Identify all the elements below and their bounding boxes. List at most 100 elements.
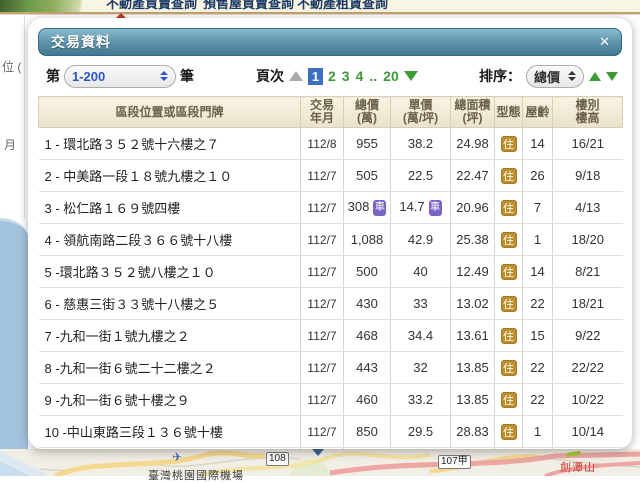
table-row[interactable]: 3 - 松仁路１６９號四樓112/7308車14.7車20.96住74/13 xyxy=(39,192,623,224)
tab-rent[interactable]: 不動產租賃查詢 xyxy=(297,0,388,12)
table-row-partial xyxy=(39,448,623,450)
type-badge: 住 xyxy=(501,264,517,280)
type-badge: 住 xyxy=(501,424,517,440)
type-badge: 住 xyxy=(501,168,517,184)
left-panel-text: 月 xyxy=(4,136,16,153)
address-cell: 7 -九和一街１號九樓之２ xyxy=(39,320,301,352)
address-cell: 4 - 領航南路二段３６６號十八樓 xyxy=(39,224,301,256)
type-cell: 住 xyxy=(495,256,523,288)
date-cell: 112/8 xyxy=(301,128,344,160)
empty-cell xyxy=(523,448,553,450)
type-badge: 住 xyxy=(501,232,517,248)
type-cell: 住 xyxy=(495,192,523,224)
pager-page-current[interactable]: 1 xyxy=(308,68,323,85)
pager-prev-icon[interactable] xyxy=(289,71,303,81)
total-price-cell: 505 xyxy=(344,160,391,192)
tab-sale[interactable]: 不動產買賣查詢 xyxy=(106,0,197,12)
table-body: 1 - 環北路３５２號十六樓之７112/895538.224.98住1416/2… xyxy=(39,128,623,450)
address-cell: 2 - 中美路一段１８號九樓之１０ xyxy=(39,160,301,192)
range-suffix-label: 筆 xyxy=(180,66,194,86)
sort-desc-icon[interactable] xyxy=(606,72,618,81)
table-row[interactable]: 8 -九和一街６號二十二樓之２112/74433213.85住2222/22 xyxy=(39,352,623,384)
floor-cell: 4/13 xyxy=(553,192,623,224)
type-badge: 住 xyxy=(501,392,517,408)
pager-page[interactable]: 20 xyxy=(383,68,399,84)
date-cell: 112/7 xyxy=(301,160,344,192)
road-shield: 107甲 xyxy=(438,455,471,469)
table-header-cell: 總價(萬) xyxy=(344,97,391,128)
sort-asc-icon[interactable] xyxy=(589,72,601,81)
date-cell: 112/7 xyxy=(301,256,344,288)
area-cell: 13.02 xyxy=(451,288,495,320)
total-price-cell: 1,088 xyxy=(344,224,391,256)
floor-cell: 22/22 xyxy=(553,352,623,384)
address-cell: 6 - 慈惠三街３３號十八樓之５ xyxy=(39,288,301,320)
sort-group: 排序： 總價 xyxy=(479,65,618,88)
pager-page[interactable]: .. xyxy=(369,68,377,84)
empty-cell xyxy=(39,448,301,450)
age-cell: 22 xyxy=(523,352,553,384)
table-row[interactable]: 9 -九和一街６號十樓之９112/746033.213.85住2210/22 xyxy=(39,384,623,416)
map-graphic xyxy=(0,449,640,476)
close-icon[interactable]: ✕ xyxy=(599,29,610,55)
empty-cell xyxy=(495,448,523,450)
sort-select[interactable]: 總價 xyxy=(526,65,584,88)
total-price-cell: 460 xyxy=(344,384,391,416)
divider xyxy=(0,14,640,15)
table-header-cell: 單價(萬/坪) xyxy=(391,97,451,128)
table-row[interactable]: 1 - 環北路３５２號十六樓之７112/895538.224.98住1416/2… xyxy=(39,128,623,160)
table-row[interactable]: 7 -九和一街１號九樓之２112/746834.413.61住159/22 xyxy=(39,320,623,352)
empty-cell xyxy=(344,448,391,450)
empty-cell xyxy=(553,448,623,450)
tab-presale[interactable]: 預售屋買賣查詢 xyxy=(203,0,294,12)
pager-next-icon[interactable] xyxy=(404,71,418,81)
record-range-select[interactable]: 1-200 xyxy=(64,65,176,88)
header-photo xyxy=(0,0,82,12)
pager-page[interactable]: 3 xyxy=(342,68,350,84)
floor-cell: 8/21 xyxy=(553,256,623,288)
age-cell: 22 xyxy=(523,288,553,320)
record-range-value: 1-200 xyxy=(72,69,105,84)
dialog-title: 交易資料 xyxy=(39,29,621,55)
age-cell: 15 xyxy=(523,320,553,352)
total-price-cell: 500 xyxy=(344,256,391,288)
sort-value: 總價 xyxy=(534,67,560,86)
area-cell: 13.85 xyxy=(451,352,495,384)
map-mountain-label: 劍潭山 xyxy=(560,459,596,475)
age-cell: 1 xyxy=(523,416,553,448)
table-header-cell: 型態 xyxy=(495,97,523,128)
age-cell: 1 xyxy=(523,224,553,256)
floor-cell: 18/21 xyxy=(553,288,623,320)
table-row[interactable]: 4 - 領航南路二段３６６號十八樓112/71,08842.925.38住118… xyxy=(39,224,623,256)
floor-cell: 10/22 xyxy=(553,384,623,416)
map-airport-label: 臺灣桃園國際機場 xyxy=(148,467,244,483)
select-spinner-icon xyxy=(568,71,576,81)
left-panel-text: 位 ( xyxy=(2,58,21,75)
type-cell: 住 xyxy=(495,416,523,448)
age-cell: 7 xyxy=(523,192,553,224)
unit-price-cell: 33 xyxy=(391,288,451,320)
age-cell: 14 xyxy=(523,128,553,160)
type-badge: 住 xyxy=(501,328,517,344)
table-header-cell: 總面積(坪) xyxy=(451,97,495,128)
floor-cell: 9/22 xyxy=(553,320,623,352)
table-header-cell: 樓別樓高 xyxy=(553,97,623,128)
unit-price-cell: 40 xyxy=(391,256,451,288)
total-price-cell: 308車 xyxy=(344,192,391,224)
table-row[interactable]: 10 -中山東路三段１３６號十樓112/785029.528.83住110/14 xyxy=(39,416,623,448)
type-badge: 住 xyxy=(501,200,517,216)
date-cell: 112/7 xyxy=(301,192,344,224)
pager-page[interactable]: 4 xyxy=(356,68,364,84)
area-cell: 28.83 xyxy=(451,416,495,448)
table-row[interactable]: 6 - 慈惠三街３３號十八樓之５112/74303313.02住2218/21 xyxy=(39,288,623,320)
type-badge: 住 xyxy=(501,136,517,152)
date-cell: 112/7 xyxy=(301,320,344,352)
airport-icon: ✈ xyxy=(172,450,182,464)
table-row[interactable]: 5 -環北路３５２號八樓之１０112/75004012.49住148/21 xyxy=(39,256,623,288)
table-row[interactable]: 2 - 中美路一段１８號九樓之１０112/750522.522.47住269/1… xyxy=(39,160,623,192)
pager-page[interactable]: 2 xyxy=(328,68,336,84)
date-cell: 112/7 xyxy=(301,224,344,256)
date-cell: 112/7 xyxy=(301,288,344,320)
unit-price-cell: 34.4 xyxy=(391,320,451,352)
type-cell: 住 xyxy=(495,224,523,256)
